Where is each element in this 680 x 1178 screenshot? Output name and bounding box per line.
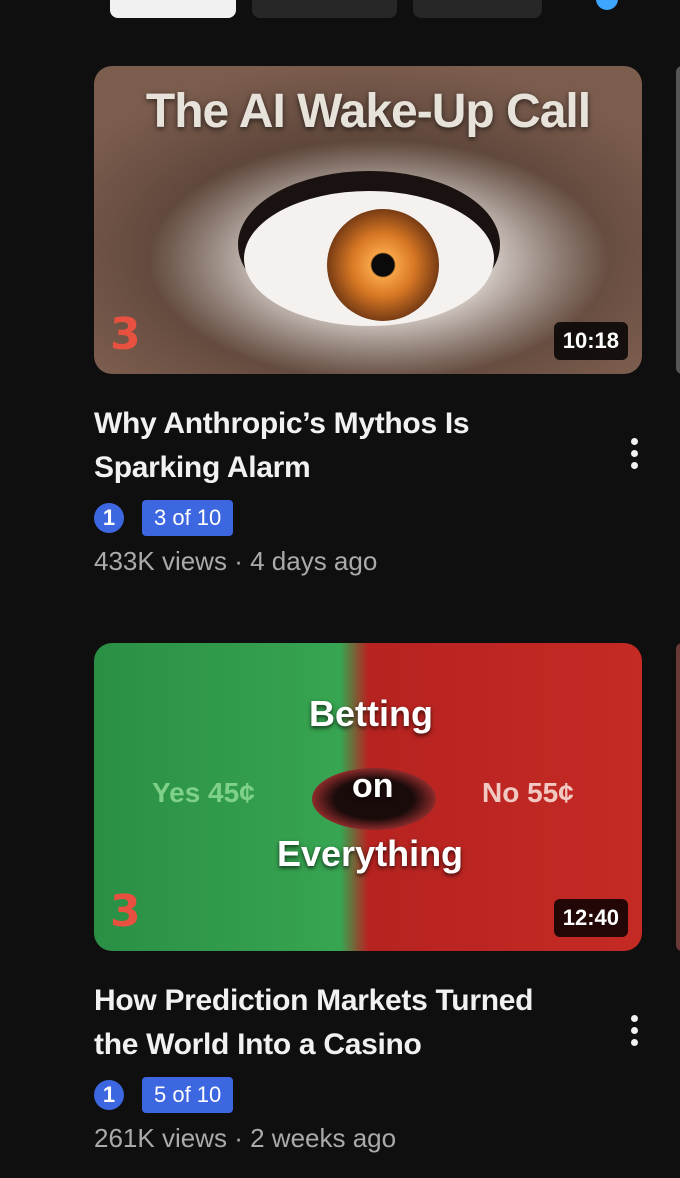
video-stats: 261K views · 2 weeks ago bbox=[94, 1123, 642, 1154]
upload-age: 4 days ago bbox=[250, 546, 378, 576]
separator: · bbox=[234, 546, 243, 576]
filter-chip[interactable] bbox=[252, 0, 397, 18]
next-card-peek bbox=[676, 66, 680, 374]
view-count: 433K views bbox=[94, 546, 227, 576]
iris-graphic bbox=[327, 209, 439, 321]
upload-age: 2 weeks ago bbox=[250, 1123, 397, 1153]
channel-logo-icon: 3 bbox=[110, 309, 141, 360]
no-price-label: No 55¢ bbox=[482, 777, 574, 808]
more-options-icon[interactable] bbox=[630, 1015, 640, 1051]
separator: · bbox=[234, 1123, 243, 1153]
channel-logo-icon: 3 bbox=[110, 886, 141, 937]
video-title[interactable]: How Prediction Markets Turned the World … bbox=[94, 979, 574, 1067]
thumbnail-text-line1: Betting bbox=[309, 693, 433, 734]
duration-badge: 10:18 bbox=[553, 322, 628, 360]
playlist-position-badge: 3 of 10 bbox=[142, 500, 234, 536]
more-options-icon[interactable] bbox=[630, 438, 640, 474]
duration-badge: 12:40 bbox=[553, 899, 628, 937]
yes-price-label: Yes 45¢ bbox=[152, 777, 255, 808]
number-badge: 1 bbox=[94, 1080, 124, 1110]
playlist-position-badge: 5 of 10 bbox=[142, 1077, 234, 1113]
view-count: 261K views bbox=[94, 1123, 227, 1153]
next-card-peek bbox=[676, 643, 680, 951]
video-card[interactable]: Betting on Everything Yes 45¢ No 55¢ 3 1… bbox=[94, 643, 642, 1154]
video-card[interactable]: The AI Wake-Up Call 3 10:18 Why Anthropi… bbox=[94, 66, 642, 577]
video-title[interactable]: Why Anthropic’s Mythos Is Sparking Alarm bbox=[94, 402, 574, 490]
filter-chip[interactable] bbox=[413, 0, 542, 18]
notification-dot bbox=[596, 0, 618, 10]
thumbnail-text: The AI Wake-Up Call bbox=[145, 85, 591, 138]
thumbnail-text-line2: on bbox=[352, 767, 394, 805]
video-thumbnail[interactable]: Betting on Everything Yes 45¢ No 55¢ 3 1… bbox=[94, 643, 642, 951]
video-thumbnail[interactable]: The AI Wake-Up Call 3 10:18 bbox=[94, 66, 642, 374]
filter-chip-active[interactable] bbox=[110, 0, 236, 18]
thumbnail-text-line3: Everything bbox=[277, 833, 464, 874]
number-badge: 1 bbox=[94, 503, 124, 533]
video-stats: 433K views · 4 days ago bbox=[94, 546, 642, 577]
